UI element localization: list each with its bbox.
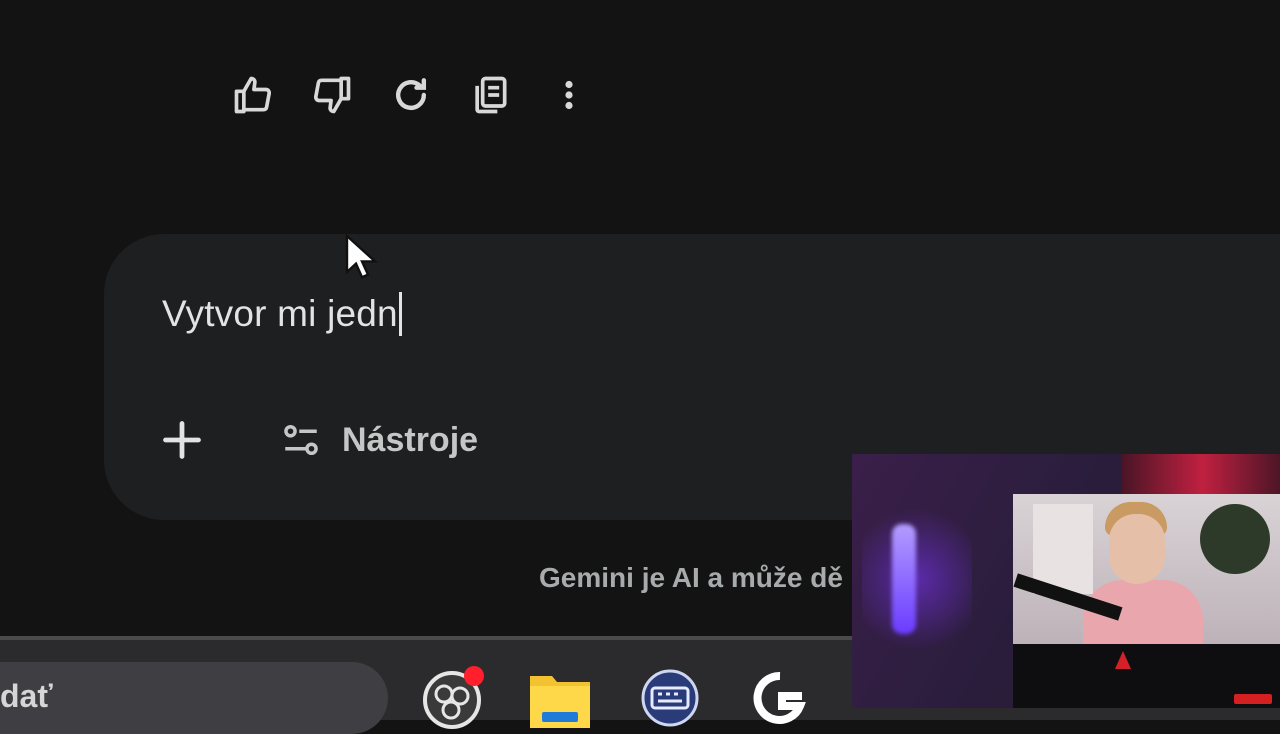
taskbar-search[interactable]: dať bbox=[0, 662, 388, 734]
thumb-up-icon bbox=[234, 76, 272, 114]
thumb-up-button[interactable] bbox=[228, 70, 278, 120]
tune-icon bbox=[284, 424, 318, 456]
subscribe-badge bbox=[1234, 694, 1272, 704]
response-action-bar bbox=[228, 70, 623, 120]
webcam-person-head bbox=[1109, 514, 1165, 584]
webcam-plant bbox=[1200, 504, 1270, 574]
copy-button[interactable] bbox=[465, 70, 515, 120]
ai-disclaimer: Gemini je AI a může dě bbox=[539, 562, 843, 593]
file-explorer-icon[interactable] bbox=[528, 666, 592, 730]
webcam-inset-camera bbox=[1013, 494, 1280, 644]
copy-icon bbox=[475, 76, 507, 114]
taskbar-search-text: dať bbox=[0, 678, 53, 714]
more-options-button[interactable] bbox=[544, 70, 594, 120]
more-vertical-icon bbox=[565, 80, 573, 110]
tools-button[interactable]: Nástroje bbox=[280, 418, 478, 462]
refresh-icon bbox=[395, 78, 427, 111]
mouse-pointer-icon bbox=[345, 234, 379, 279]
obs-icon[interactable] bbox=[420, 666, 484, 730]
add-attachment-button[interactable] bbox=[160, 418, 204, 462]
webcam-purple-light bbox=[862, 494, 972, 664]
webcam-light-bar bbox=[892, 524, 916, 634]
notification-badge bbox=[464, 666, 484, 686]
plus-icon bbox=[163, 421, 201, 459]
prompt-input[interactable]: Vytvor mi jedn bbox=[162, 292, 402, 336]
logitech-g-icon[interactable] bbox=[746, 666, 810, 730]
thumb-down-button[interactable] bbox=[307, 70, 357, 120]
webcam-red-light bbox=[1122, 454, 1280, 494]
streamer-logo-icon bbox=[1115, 651, 1131, 669]
keyboard-app-icon[interactable] bbox=[638, 666, 702, 730]
tools-label: Nástroje bbox=[342, 420, 479, 459]
text-caret bbox=[398, 292, 402, 336]
prompt-input-text: Vytvor mi jedn bbox=[162, 293, 398, 334]
thumb-down-icon bbox=[313, 76, 351, 114]
streamer-webcam-overlay bbox=[852, 454, 1280, 708]
regenerate-button[interactable] bbox=[386, 70, 436, 120]
